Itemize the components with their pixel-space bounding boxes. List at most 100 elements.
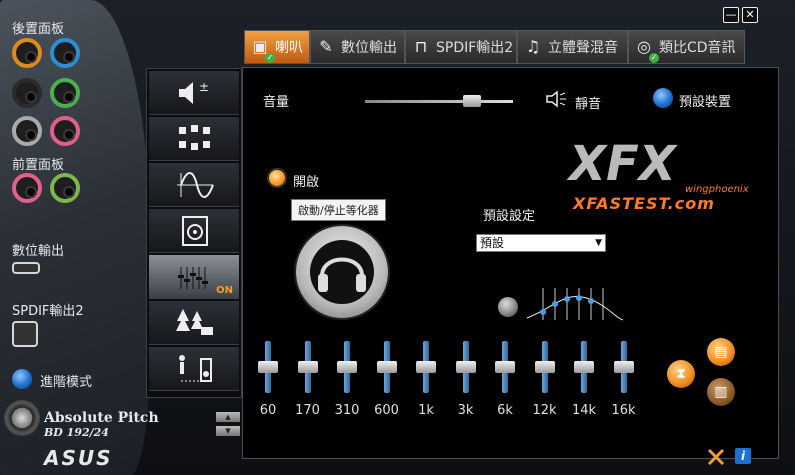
eq-enable-radio[interactable] (267, 168, 287, 188)
tools-icon[interactable] (706, 447, 726, 467)
optical-port-icon[interactable] (12, 321, 38, 347)
delete-preset-button[interactable]: ▥ (707, 378, 735, 406)
eq-knob-face (310, 240, 374, 304)
chevron-down-icon: ▼ (595, 238, 602, 248)
tab-label: 立體聲混音 (548, 40, 618, 56)
reset-eq-button[interactable]: ⧗ (667, 360, 695, 388)
rear-panel-label: 後置面板 (12, 22, 65, 37)
rear-jack-5[interactable] (12, 116, 42, 146)
speaker-plus-minus-icon: ± (179, 80, 209, 104)
eq-band-label: 600 (374, 403, 399, 418)
check-icon: ✓ (265, 53, 275, 63)
equalizer-on-label: ON (216, 285, 233, 296)
tab-analog-cd[interactable]: ◎ 類比CD音訊 ✓ (628, 30, 745, 64)
eq-band-label: 170 (295, 403, 320, 418)
eq-band-label: 14k (571, 403, 597, 418)
equalizer-icon (178, 267, 208, 289)
rear-jack-2[interactable] (50, 38, 80, 68)
save-preset-button[interactable]: ▤ (707, 338, 735, 366)
mute-label: 靜音 (575, 97, 602, 112)
rear-jack-6[interactable] (50, 116, 80, 146)
tab-label: SPDIF輸出2 (436, 40, 514, 56)
rear-jack-3[interactable] (12, 78, 42, 108)
eq-band-thumb[interactable] (534, 361, 555, 373)
eq-band-thumb[interactable] (297, 361, 318, 373)
volume-slider-thumb[interactable] (462, 95, 481, 107)
tab-digital-out[interactable]: ✎ 數位輸出 (310, 30, 405, 64)
advanced-mode-radio[interactable] (12, 369, 32, 389)
audio-center-window: 後置面板 前置面板 數位輸出 SPDIF輸出2 進階模式 Absolute Pi… (0, 0, 795, 475)
default-device-radio[interactable] (653, 88, 673, 108)
volume-function-button[interactable]: ± (149, 71, 239, 115)
eq-band-label: 1k (418, 403, 434, 418)
digital-out-label: 數位輸出 (12, 244, 65, 259)
eq-band-thumb[interactable] (376, 361, 397, 373)
front-jack-1[interactable] (12, 173, 42, 203)
xfastest-watermark: XFX wingphoenix XFASTEST.com (565, 128, 755, 218)
tab-label: 類比CD音訊 (659, 40, 736, 56)
front-jack-2[interactable] (50, 173, 80, 203)
tab-label: 喇叭 (275, 40, 303, 56)
preset-selected-value: 預設 (480, 236, 505, 250)
pulse-icon: ⊓ (414, 37, 428, 56)
eq-band-label: 6k (497, 403, 513, 418)
eq-band-thumb[interactable] (337, 361, 357, 373)
subwoofer-function-button[interactable] (149, 209, 239, 253)
tab-stereo-mix[interactable]: ♫ 立體聲混音 (517, 30, 628, 64)
speaker-settings-panel: 音量 靜音 預設裝置 XFX wingphoenix XFASTEST.com … (242, 67, 779, 459)
eq-band-thumb[interactable] (495, 361, 515, 373)
equalizer-function-button[interactable]: ON (149, 255, 239, 299)
digital-out-port-icon[interactable] (12, 262, 40, 274)
eq-band-thumb[interactable] (574, 361, 594, 373)
preset-label: 預設設定 (483, 209, 536, 224)
product-spec: BD 192/24 (44, 426, 109, 439)
woofer-icon (182, 216, 208, 246)
waveform-function-button[interactable] (149, 163, 239, 207)
tab-label: 數位輸出 (341, 40, 397, 56)
check-icon: ✓ (649, 53, 659, 63)
watermark-text: XFASTEST.com (573, 194, 715, 213)
default-device-label: 預設裝置 (679, 95, 732, 110)
eq-band-label: 12k (532, 403, 557, 418)
listener-speaker-icon (179, 355, 212, 382)
environment-function-button[interactable] (149, 301, 239, 345)
tab-spdif-out[interactable]: ⊓ SPDIF輸出2 (405, 30, 517, 64)
preset-dropdown[interactable]: 預設 ▼ (476, 234, 606, 252)
mute-speaker-icon[interactable] (545, 90, 567, 108)
eq-band-thumb[interactable] (455, 361, 476, 373)
surround-function-button[interactable] (149, 117, 239, 161)
rear-jack-4[interactable] (50, 78, 80, 108)
eq-curve-radio[interactable] (498, 297, 518, 317)
info-icon[interactable]: i (735, 448, 751, 464)
sine-wave-icon (177, 172, 214, 198)
volume-slider[interactable] (365, 100, 513, 103)
speaker-array-icon (179, 125, 210, 150)
spdif-out-label: SPDIF輸出2 (12, 304, 84, 319)
minimize-button[interactable]: — (723, 7, 739, 23)
scroll-down-button[interactable]: ▼ (216, 426, 240, 436)
eq-enable-label: 開啟 (293, 175, 320, 190)
volume-label: 音量 (263, 95, 290, 110)
function-strip: ± ON (146, 68, 242, 398)
eq-band-thumb[interactable] (258, 361, 278, 373)
eq-band-thumb[interactable] (416, 361, 436, 373)
forest-icon (176, 309, 213, 335)
eq-band-thumb[interactable] (613, 361, 634, 373)
asus-logo: ASUS (44, 446, 113, 470)
brand-logo-icon (4, 400, 40, 436)
scroll-up-button[interactable]: ▲ (216, 412, 240, 422)
tab-speakers[interactable]: ▣ 喇叭 ✓ (244, 30, 310, 64)
eq-band-label: 3k (457, 403, 474, 418)
svg-text:±: ± (199, 80, 209, 94)
close-button[interactable]: ✕ (742, 7, 758, 23)
music-note-icon: ♫ (525, 37, 541, 56)
eq-toggle-knob[interactable] (296, 226, 388, 318)
eq-curve-preview-icon (526, 288, 624, 321)
headphones-icon (318, 257, 366, 292)
distance-function-button[interactable] (149, 347, 239, 391)
advanced-mode-label: 進階模式 (40, 375, 93, 390)
eq-band-label: 16k (611, 403, 636, 418)
rear-jack-1[interactable] (12, 38, 42, 68)
eq-toggle-tooltip: 啟動/停止等化器 (291, 199, 386, 221)
plug-icon: ✎ (319, 37, 333, 56)
